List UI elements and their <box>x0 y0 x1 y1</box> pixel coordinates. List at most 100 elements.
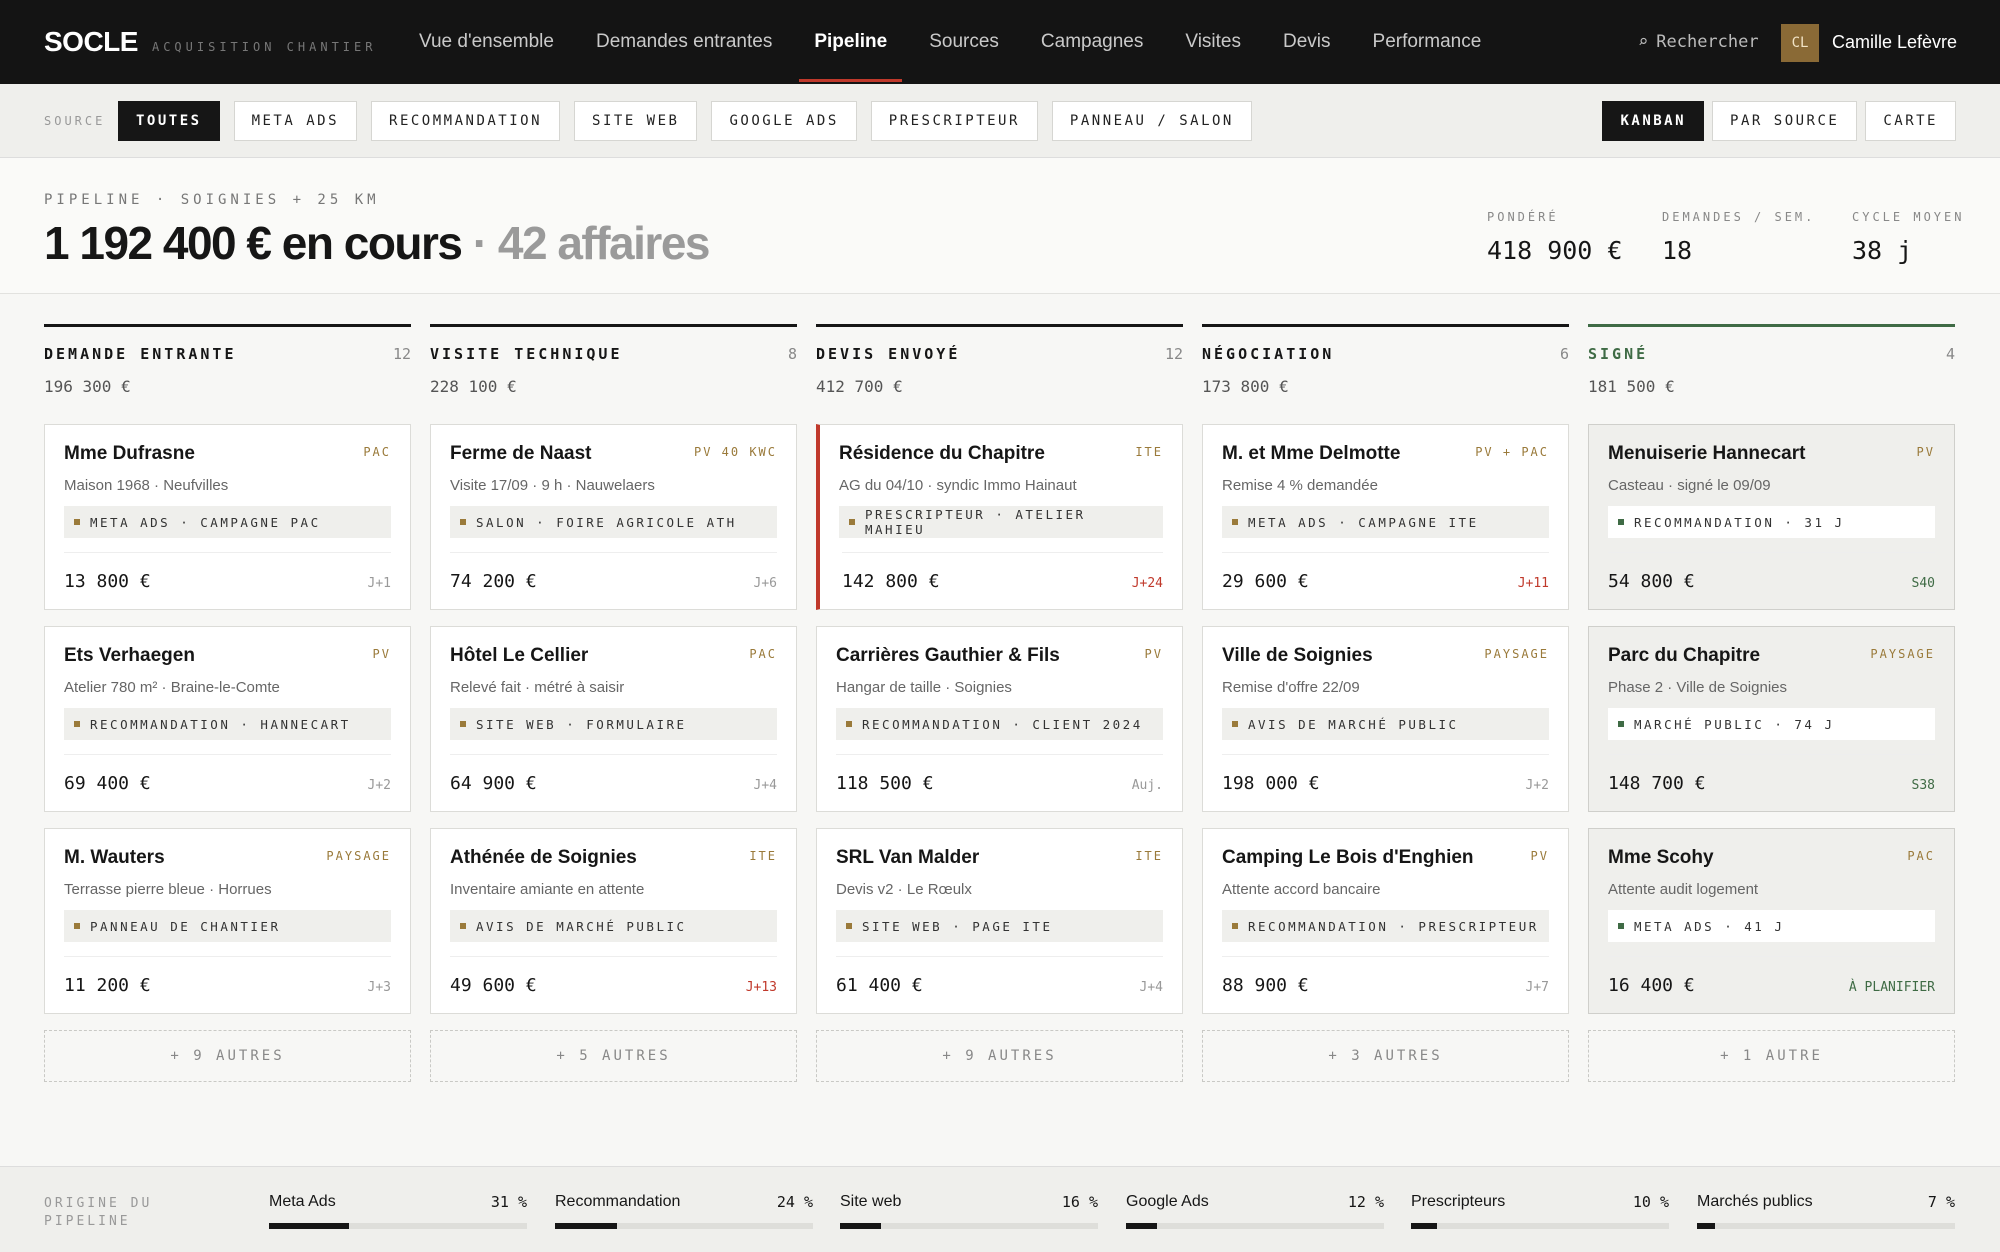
deal-source-label: PRESCRIPTEUR · ATELIER MAHIEU <box>865 507 1086 537</box>
source-dot-icon <box>1618 519 1624 525</box>
summary-stat: PONDÉRÉ 418 900 € <box>1487 210 1622 265</box>
nav-tab-performance[interactable]: Performance <box>1352 0 1503 84</box>
search-icon: ⌕ <box>1638 32 1649 52</box>
deal-tag: PAYSAGE <box>326 849 391 863</box>
deal-card[interactable]: Ferme de Naast PV 40 KWC Visite 17/09 · 9 … <box>430 424 797 610</box>
deal-age: J+4 <box>753 778 777 793</box>
metric-bar-fill <box>269 1223 349 1229</box>
deal-tag: PAC <box>1907 849 1935 863</box>
source-dot-icon <box>74 519 80 525</box>
deal-title: Mme Dufrasne <box>64 443 195 464</box>
deal-card[interactable]: Menuiserie Hannecart PV Casteau · signé le… <box>1588 424 1955 610</box>
deal-card[interactable]: SRL Van Malder ITE Devis v2 · Le Rœulx SITE… <box>816 828 1183 1014</box>
deal-subtitle: Attente accord bancaire <box>1222 881 1381 898</box>
deal-card[interactable]: Mme Dufrasne PAC Maison 1968 · Neufvilles M… <box>44 424 411 610</box>
column-header: DEVIS ENVOYÉ 12 <box>816 345 1183 363</box>
deal-footer: 88 900 € J+7 <box>1222 956 1549 996</box>
nav-tab-visites[interactable]: Visites <box>1164 0 1262 84</box>
stat-value: 38 j <box>1852 236 1913 265</box>
deal-subtitle: AG du 04/10 · syndic Immo Hainaut <box>839 477 1077 494</box>
summary-stat: DEMANDES / SEM. 18 <box>1662 210 1815 265</box>
deal-footer: 49 600 € J+13 <box>450 956 777 996</box>
metric-row: Recommandation 24 % <box>555 1193 813 1211</box>
deal-card[interactable]: Mme Scohy PAC Attente audit logement META A… <box>1588 828 1955 1014</box>
deal-source-label: META ADS · CAMPAGNE PAC <box>90 514 321 530</box>
deal-amount: 69 400 € <box>64 773 151 794</box>
nav-tab-demandes-entrantes[interactable]: Demandes entrantes <box>575 0 793 84</box>
deal-age: J+2 <box>1525 778 1549 793</box>
metric-row: Google Ads 12 % <box>1126 1193 1384 1211</box>
brand-subtitle: ACQUISITION CHANTIER <box>151 40 377 54</box>
user-name[interactable]: Camille Lefèvre <box>1832 32 1957 53</box>
deal-amount: 16 400 € <box>1608 975 1695 996</box>
deal-source-label: PANNEAU DE CHANTIER <box>90 918 281 934</box>
source-chip-site-web[interactable]: SITE WEB <box>574 101 698 141</box>
deal-source: RECOMMANDATION · HANNECART <box>64 708 391 740</box>
deal-tag: PAC <box>363 445 391 459</box>
deal-card[interactable]: Hôtel Le Cellier PAC Relevé fait · métré à… <box>430 626 797 812</box>
source-dot-icon <box>460 721 466 727</box>
deal-source: META ADS · 41 J <box>1608 910 1935 942</box>
deal-amount: 64 900 € <box>450 773 537 794</box>
metric-name: Site web <box>840 1193 902 1210</box>
deal-source-label: SITE WEB · PAGE ITE <box>862 918 1053 934</box>
deal-age: À PLANIFIER <box>1848 980 1935 995</box>
metric-bar-fill <box>555 1223 617 1229</box>
deal-subtitle: Terrasse pierre bleue · Horrues <box>64 881 272 898</box>
pipeline-total-amount: 1 192 400 € en cours <box>44 217 463 269</box>
deal-tag: ITE <box>749 849 777 863</box>
column-sum: 228 100 € <box>430 377 517 396</box>
nav-tab-devis[interactable]: Devis <box>1262 0 1352 84</box>
column-title: SIGNÉ <box>1588 345 1649 363</box>
more-deals-button[interactable]: + 3 AUTRES <box>1202 1030 1569 1082</box>
view-carte[interactable]: CARTE <box>1865 101 1956 141</box>
source-chip-prescripteur[interactable]: PRESCRIPTEUR <box>870 101 1038 141</box>
pipeline-scope-label: PIPELINE · SOIGNIES + 25 KM <box>44 192 380 208</box>
deal-card[interactable]: M. Wauters PAYSAGE Terrasse pierre bleue ·… <box>44 828 411 1014</box>
deal-subtitle: Remise 4 % demandée <box>1222 477 1378 494</box>
column-rule <box>44 324 411 327</box>
nav-tab-sources[interactable]: Sources <box>908 0 1020 84</box>
source-chip-panneau-salon[interactable]: PANNEAU / SALON <box>1051 101 1252 141</box>
more-deals-button[interactable]: + 9 AUTRES <box>816 1030 1183 1082</box>
column-sum: 196 300 € <box>44 377 131 396</box>
deal-card[interactable]: Parc du Chapitre PAYSAGE Phase 2 · Ville d… <box>1588 626 1955 812</box>
deal-card[interactable]: Résidence du Chapitre ITE AG du 04/10 · sy… <box>816 424 1183 610</box>
deal-card[interactable]: Ville de Soignies PAYSAGE Remise d'offre 2… <box>1202 626 1569 812</box>
search-button[interactable]: ⌕ Rechercher <box>1638 32 1759 52</box>
nav-tab-vue-d-ensemble[interactable]: Vue d'ensemble <box>398 0 575 84</box>
source-chip-google-ads[interactable]: GOOGLE ADS <box>711 101 857 141</box>
deal-card[interactable]: M. et Mme Delmotte PV + PAC Remise 4 % dem… <box>1202 424 1569 610</box>
brand[interactable]: SOCLE ACQUISITION CHANTIER <box>44 26 376 58</box>
column-header: DEMANDE ENTRANTE 12 <box>44 345 411 363</box>
avatar[interactable]: CL <box>1781 24 1819 62</box>
deal-card[interactable]: Athénée de Soignies ITE Inventaire amiante… <box>430 828 797 1014</box>
metric-bar-fill <box>840 1223 882 1229</box>
deal-title: Hôtel Le Cellier <box>450 645 589 666</box>
source-chip-toutes[interactable]: TOUTES <box>118 101 220 141</box>
origin-metric-site-web: Site web 16 % <box>840 1193 1098 1229</box>
deal-age: S40 <box>1911 576 1935 591</box>
deal-card[interactable]: Ets Verhaegen PV Atelier 780 m² · Braine-l… <box>44 626 411 812</box>
source-chip-meta-ads[interactable]: META ADS <box>233 101 358 141</box>
stat-label: PONDÉRÉ <box>1487 210 1559 224</box>
source-chip-recommandation[interactable]: RECOMMANDATION <box>371 101 561 141</box>
deal-source: SITE WEB · PAGE ITE <box>836 910 1163 942</box>
deal-title: Résidence du Chapitre <box>839 443 1045 464</box>
deal-age: J+4 <box>1139 980 1163 995</box>
deal-card[interactable]: Carrières Gauthier & Fils PV Hangar de tai… <box>816 626 1183 812</box>
deal-age: J+6 <box>753 576 777 591</box>
view-kanban[interactable]: KANBAN <box>1602 101 1705 141</box>
more-deals-button[interactable]: + 1 AUTRE <box>1588 1030 1955 1082</box>
nav-tab-campagnes[interactable]: Campagnes <box>1020 0 1164 84</box>
column-count: 8 <box>787 345 797 363</box>
more-deals-button[interactable]: + 9 AUTRES <box>44 1030 411 1082</box>
nav-tab-pipeline[interactable]: Pipeline <box>793 0 908 84</box>
kanban-column-negociation: NÉGOCIATION 6 173 800 € M. et Mme Delmotte P… <box>1202 324 1569 1082</box>
source-dot-icon <box>849 519 855 525</box>
source-dot-icon <box>846 721 852 727</box>
deal-card[interactable]: Camping Le Bois d'Enghien PV Attente accor… <box>1202 828 1569 1014</box>
deal-source: META ADS · CAMPAGNE PAC <box>64 506 391 538</box>
view-par-source[interactable]: PAR SOURCE <box>1712 101 1858 141</box>
more-deals-button[interactable]: + 5 AUTRES <box>430 1030 797 1082</box>
